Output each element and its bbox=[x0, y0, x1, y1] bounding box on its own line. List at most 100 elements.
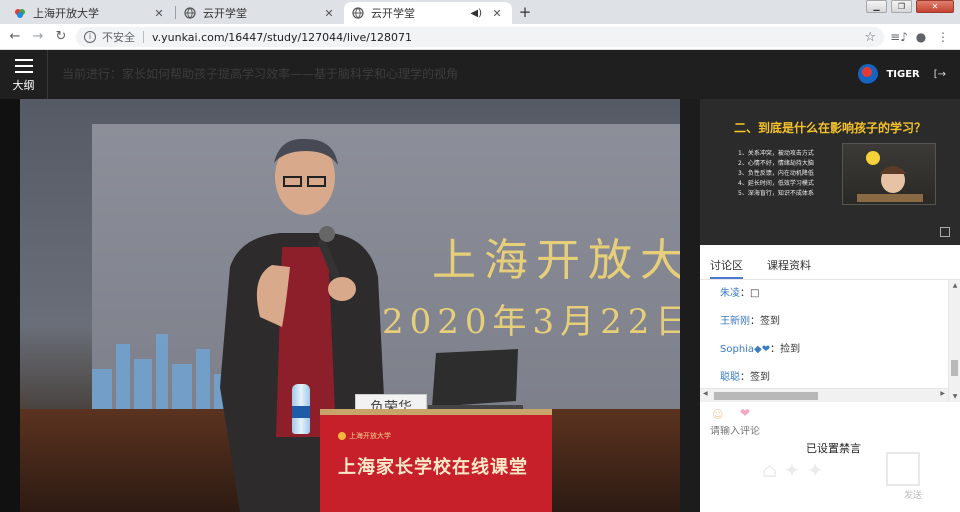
tab-course-materials[interactable]: 课程资料 bbox=[767, 257, 811, 279]
screen-event-date: 2020年3月22日 bbox=[382, 302, 680, 342]
scroll-down-icon[interactable]: ▼ bbox=[949, 393, 960, 400]
chat-separator: ： bbox=[740, 372, 750, 383]
browser-tab-1[interactable]: 上海开放大学 ✕ bbox=[6, 2, 174, 24]
list-item: 聪聪：签到 bbox=[700, 364, 948, 388]
maximize-button[interactable]: ❐ bbox=[891, 0, 912, 13]
chat-text: □ bbox=[750, 288, 760, 299]
new-tab-button[interactable]: + bbox=[515, 3, 535, 21]
watermark-square bbox=[886, 452, 920, 486]
live-video-player[interactable]: 上海开放大学 2020年3月22日 负荣华 上海开放大学 上海家长学校在线课堂 bbox=[20, 99, 680, 512]
list-item: 朱凌：□ bbox=[700, 280, 948, 308]
globe-icon bbox=[184, 7, 196, 19]
window-close-button[interactable]: ✕ bbox=[916, 0, 954, 13]
muted-notice: 已设置禁言 bbox=[806, 442, 861, 455]
user-name[interactable]: TIGER bbox=[886, 69, 919, 80]
profile-icon[interactable]: ● bbox=[912, 28, 930, 46]
tab-close-icon[interactable]: ✕ bbox=[152, 7, 166, 20]
reload-icon[interactable]: ↻ bbox=[52, 28, 70, 46]
user-area: TIGER [→ bbox=[858, 64, 946, 84]
chat-horizontal-scrollbar[interactable]: ◀ ▶ bbox=[700, 388, 948, 402]
comment-input[interactable] bbox=[710, 426, 910, 437]
fullscreen-toggle-icon[interactable] bbox=[940, 227, 950, 237]
site-favicon-icon bbox=[15, 9, 25, 18]
comment-composer: ☺ ❤ 已设置禁言 ⌂ ✦ ✦ 发送 bbox=[700, 402, 960, 512]
tab-close-icon[interactable]: ✕ bbox=[322, 7, 336, 20]
globe-icon bbox=[352, 7, 364, 19]
scroll-left-icon[interactable]: ◀ bbox=[703, 390, 708, 397]
list-item: Sophia◆❤：捡到 bbox=[700, 336, 948, 364]
scroll-right-icon[interactable]: ▶ bbox=[940, 390, 945, 397]
scrollbar-thumb[interactable] bbox=[714, 392, 818, 400]
forward-arrow-icon[interactable]: → bbox=[29, 28, 47, 46]
slide-preview[interactable]: 二、到底是什么在影响孩子的学习？ 1、关系冲突，被动攻击方式 2、心情不好，情绪… bbox=[700, 99, 960, 245]
water-bottle bbox=[292, 384, 310, 434]
slide-illustration bbox=[842, 143, 936, 205]
slide-title: 二、到底是什么在影响孩子的学习？ bbox=[733, 121, 926, 135]
chat-text: 捡到 bbox=[780, 344, 801, 355]
omnibox-divider bbox=[143, 31, 144, 43]
slide-bullet: 2、心情不好，情绪劫持大脑 bbox=[738, 160, 814, 167]
slide-bullet: 5、深海盲行，知识不成体系 bbox=[738, 190, 814, 197]
laptop-graphic bbox=[428, 349, 523, 411]
chat-text: 签到 bbox=[750, 372, 770, 383]
browser-tab-2[interactable]: 云开学堂 ✕ bbox=[176, 2, 344, 24]
chat-user[interactable]: Sophia◆❤ bbox=[720, 344, 770, 355]
chat-separator: ： bbox=[770, 344, 781, 355]
minimize-button[interactable]: ▁ bbox=[866, 0, 887, 13]
window-controls: ▁ ❐ ✕ bbox=[866, 0, 954, 13]
podium-banner: 上海家长学校在线课堂 bbox=[338, 457, 528, 478]
browser-toolbar: ← → ↻ i 不安全 v.yunkai.com/16447/study/127… bbox=[0, 24, 960, 50]
emoji-icon[interactable]: ☺ bbox=[712, 408, 723, 421]
chat-vertical-scrollbar[interactable]: ▲ ▼ bbox=[948, 280, 960, 402]
send-button[interactable]: 发送 bbox=[904, 488, 922, 501]
chat-message-list[interactable]: 朱凌：□ 王新刚：签到 Sophia◆❤：捡到 聪聪：签到 bbox=[700, 280, 948, 388]
screen-university-name: 上海开放大学 bbox=[432, 235, 680, 286]
slide-bullet: 1、关系冲突，被动攻击方式 bbox=[738, 150, 814, 157]
browser-tab-title: 上海开放大学 bbox=[33, 7, 99, 20]
child-lightbulb-image bbox=[857, 151, 923, 202]
browser-tab-strip: 上海开放大学 ✕ 云开学堂 ✕ 云开学堂 ◀) ✕ + ▁ ❐ ✕ bbox=[0, 0, 960, 24]
chat-user[interactable]: 聪聪 bbox=[720, 372, 740, 383]
scroll-up-icon[interactable]: ▲ bbox=[949, 282, 960, 289]
outline-menu-button[interactable]: 大纲 bbox=[0, 50, 47, 99]
site-header: 大纲 当前进行：家长如何帮助孩子提高学习效率——基于脑科学和心理学的视角 TIG… bbox=[0, 50, 960, 99]
browser-menu-icon[interactable]: ⋮ bbox=[934, 28, 952, 46]
back-arrow-icon[interactable]: ← bbox=[6, 28, 24, 46]
now-playing-title: 当前进行：家长如何帮助孩子提高学习效率——基于脑科学和心理学的视角 bbox=[62, 67, 459, 81]
slide-bullet-list: 1、关系冲突，被动攻击方式 2、心情不好，情绪劫持大脑 3、负性反馈，内在动机降… bbox=[738, 149, 814, 199]
browser-tab-title: 云开学堂 bbox=[203, 7, 247, 20]
url-text[interactable]: v.yunkai.com/16447/study/127044/live/128… bbox=[152, 31, 412, 44]
watermark-logo: ⌂ ✦ ✦ bbox=[762, 458, 824, 482]
podium-logo: 上海开放大学 bbox=[338, 431, 391, 441]
chat-separator: ： bbox=[740, 288, 750, 299]
info-icon[interactable]: i bbox=[84, 31, 96, 43]
outline-menu-label: 大纲 bbox=[12, 79, 35, 92]
podium-logo-text: 上海开放大学 bbox=[349, 432, 391, 440]
media-control-icon[interactable]: ≡♪ bbox=[890, 28, 908, 46]
avatar[interactable] bbox=[858, 64, 879, 84]
podium: 上海开放大学 上海家长学校在线课堂 bbox=[320, 409, 552, 512]
bookmark-star-icon[interactable]: ☆ bbox=[864, 30, 876, 45]
chat-separator: ： bbox=[750, 316, 760, 327]
scrollbar-thumb[interactable] bbox=[951, 360, 958, 376]
panel-tabs: 讨论区 课程资料 bbox=[700, 245, 960, 280]
address-bar[interactable]: i 不安全 v.yunkai.com/16447/study/127044/li… bbox=[76, 27, 884, 47]
chat-user[interactable]: 王新刚 bbox=[720, 316, 750, 327]
security-indicator[interactable]: 不安全 bbox=[102, 29, 135, 45]
tab-close-icon[interactable]: ✕ bbox=[490, 7, 504, 20]
main-area: 上海开放大学 2020年3月22日 负荣华 上海开放大学 上海家长学校在线课堂 bbox=[0, 99, 960, 512]
logout-icon[interactable]: [→ bbox=[934, 69, 946, 80]
side-panel: 二、到底是什么在影响孩子的学习？ 1、关系冲突，被动攻击方式 2、心情不好，情绪… bbox=[700, 99, 960, 512]
slide-bullet: 3、负性反馈，内在动机降低 bbox=[738, 170, 814, 177]
browser-tab-3-active[interactable]: 云开学堂 ◀) ✕ bbox=[344, 2, 512, 24]
audio-playing-icon[interactable]: ◀) bbox=[470, 8, 482, 19]
list-item: 王新刚：签到 bbox=[700, 308, 948, 336]
hamburger-icon bbox=[14, 59, 33, 73]
heart-icon[interactable]: ❤ bbox=[740, 406, 750, 420]
tab-discussion[interactable]: 讨论区 bbox=[710, 257, 743, 279]
video-panel-gutter bbox=[680, 99, 700, 512]
slide-bullet: 4、延长时间，低效学习模式 bbox=[738, 180, 814, 187]
browser-tab-title: 云开学堂 bbox=[371, 7, 415, 20]
chat-user[interactable]: 朱凌 bbox=[720, 288, 740, 299]
header-divider bbox=[47, 50, 48, 99]
